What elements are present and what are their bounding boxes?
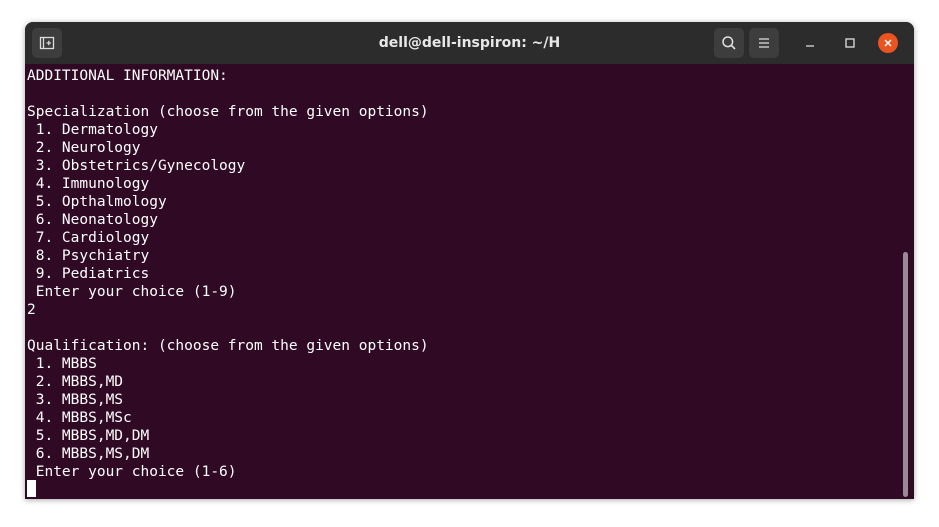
- terminal-window: dell@dell-inspiron: ~/H ADDITIONAL INFOR…: [25, 22, 914, 499]
- terminal-line: 3. Obstetrics/Gynecology: [27, 158, 246, 174]
- terminal-line: 2. MBBS,MD: [27, 374, 124, 390]
- text-cursor: [27, 480, 36, 497]
- terminal-line: 5. Opthalmology: [27, 194, 167, 210]
- terminal-line: 2: [27, 302, 36, 318]
- hamburger-menu-icon: [759, 38, 769, 48]
- terminal-line: ADDITIONAL INFORMATION:: [27, 68, 228, 84]
- terminal-line: 3. MBBS,MS: [27, 392, 124, 408]
- terminal-line: 6. MBBS,MS,DM: [27, 446, 150, 462]
- title-bar[interactable]: dell@dell-inspiron: ~/H: [25, 22, 914, 64]
- terminal-line: 4. MBBS,MSc: [27, 410, 132, 426]
- close-icon: [884, 39, 892, 47]
- terminal-line: 7. Cardiology: [27, 230, 150, 246]
- terminal-line: Enter your choice (1-6): [27, 464, 237, 480]
- window-title: dell@dell-inspiron: ~/H: [378, 35, 561, 51]
- maximize-icon: [845, 38, 855, 48]
- search-icon: [722, 36, 736, 50]
- terminal-line: 2. Neurology: [27, 140, 141, 156]
- terminal-line: Specialization (choose from the given op…: [27, 104, 429, 120]
- terminal-line: 9. Pediatrics: [27, 266, 150, 282]
- search-button[interactable]: [714, 28, 744, 58]
- maximize-button[interactable]: [835, 28, 865, 58]
- terminal-line: Qualification: (choose from the given op…: [27, 338, 429, 354]
- terminal-line: Enter your choice (1-9): [27, 284, 237, 300]
- terminal-output[interactable]: ADDITIONAL INFORMATION: Specialization (c…: [27, 64, 897, 499]
- terminal-line: 8. Psychiatry: [27, 248, 150, 264]
- minimize-button[interactable]: [795, 28, 825, 58]
- scrollbar-thumb[interactable]: [903, 252, 908, 497]
- terminal-line: 4. Immunology: [27, 176, 150, 192]
- menu-button[interactable]: [749, 28, 779, 58]
- terminal-line: 1. Dermatology: [27, 122, 158, 138]
- close-button[interactable]: [878, 33, 898, 53]
- terminal-line: 5. MBBS,MD,DM: [27, 428, 150, 444]
- terminal-line: 6. Neonatology: [27, 212, 158, 228]
- terminal-line: 1. MBBS: [27, 356, 97, 372]
- minimize-icon: [806, 45, 814, 47]
